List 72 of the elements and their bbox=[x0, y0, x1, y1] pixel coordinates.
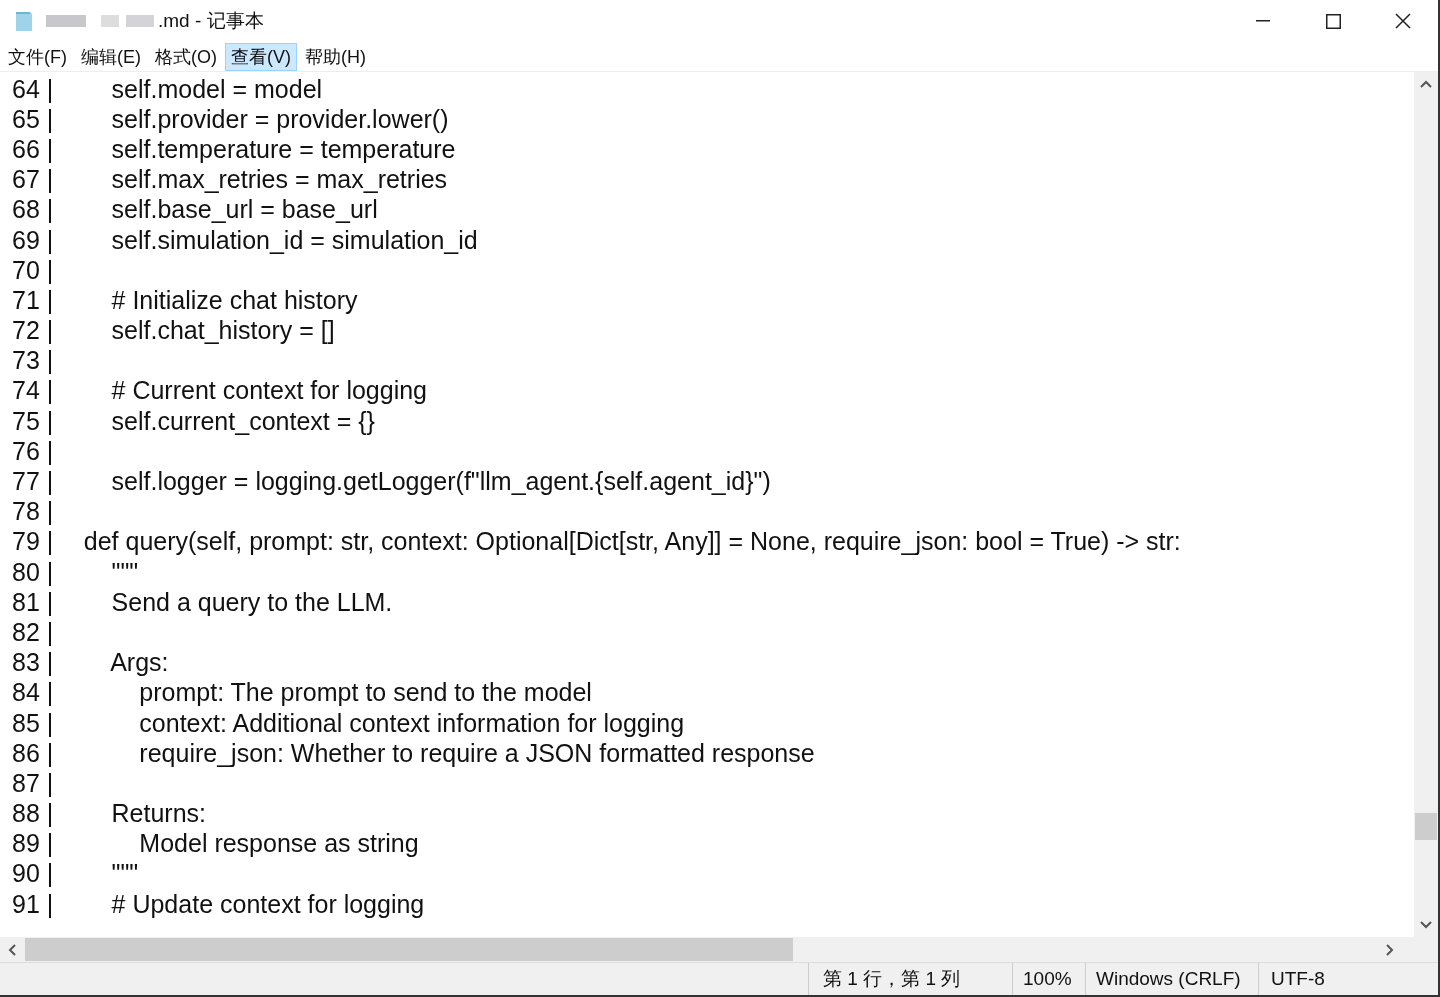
code-line: self.current_context = {} bbox=[110, 408, 375, 434]
code-line: context: Additional context information for logging bbox=[138, 710, 685, 736]
close-icon bbox=[1395, 13, 1411, 29]
line-number: 89 | bbox=[12, 831, 55, 857]
menu-item[interactable]: 编辑(E) bbox=[75, 42, 147, 71]
window-title: .md - 记事本 bbox=[158, 8, 264, 33]
line-number: 90 | bbox=[12, 861, 55, 887]
code-line: Args: bbox=[109, 650, 169, 676]
line-number: 75 | bbox=[12, 408, 55, 434]
code-line: # Initialize chat history bbox=[110, 287, 358, 313]
scroll-up-icon[interactable] bbox=[1420, 80, 1432, 88]
line-number: 71 | bbox=[12, 287, 55, 313]
code-line: self.temperature = temperature bbox=[110, 136, 456, 162]
line-number: 72 | bbox=[12, 318, 55, 344]
line-number: 70 | bbox=[12, 257, 55, 283]
scroll-left-icon[interactable] bbox=[8, 943, 16, 956]
code-line: self.max_retries = max_retries bbox=[110, 167, 448, 193]
code-line: self.base_url = base_url bbox=[110, 197, 378, 223]
line-number: 76 | bbox=[12, 438, 55, 464]
line-number: 68 | bbox=[12, 197, 55, 223]
line-number: 84 | bbox=[12, 680, 55, 706]
scrollbar-thumb[interactable] bbox=[1415, 813, 1437, 840]
horizontal-scrollbar[interactable] bbox=[0, 937, 1438, 962]
line-number: 78 | bbox=[12, 499, 55, 525]
scroll-down-icon[interactable] bbox=[1420, 921, 1432, 929]
line-number: 73 | bbox=[12, 348, 55, 374]
menu-item[interactable]: 帮助(H) bbox=[299, 42, 372, 71]
line-number: 82 | bbox=[12, 619, 55, 645]
scrollbar-thumb[interactable] bbox=[25, 938, 793, 961]
menu-item[interactable]: 格式(O) bbox=[149, 42, 223, 71]
line-number: 77 | bbox=[12, 469, 55, 495]
code-line: self.provider = provider.lower() bbox=[110, 106, 449, 132]
code-line: # Current context for logging bbox=[110, 378, 428, 404]
code-line: """ bbox=[110, 861, 139, 887]
code-line: require_json: Whether to require a JSON formatted response bbox=[138, 740, 815, 766]
line-number: 66 | bbox=[12, 136, 55, 162]
code-line: """ bbox=[110, 559, 139, 585]
zoom-level: 100% bbox=[1023, 966, 1072, 991]
cursor-position: 第 1 行，第 1 列 bbox=[823, 966, 961, 991]
menu-item[interactable]: 文件(F) bbox=[2, 42, 73, 71]
line-number: 79 | bbox=[12, 529, 55, 555]
line-number: 65 | bbox=[12, 106, 55, 132]
code-line: Returns: bbox=[110, 801, 207, 827]
line-number: 80 | bbox=[12, 559, 55, 585]
code-line: self.chat_history = [] bbox=[110, 318, 335, 344]
code-line: self.model = model bbox=[110, 76, 323, 102]
line-number: 85 | bbox=[12, 710, 55, 736]
encoding: UTF-8 bbox=[1271, 966, 1325, 991]
line-number: 74 | bbox=[12, 378, 55, 404]
line-number: 67 | bbox=[12, 167, 55, 193]
code-line: Send a query to the LLM. bbox=[110, 589, 393, 615]
line-number: 69 | bbox=[12, 227, 55, 253]
menu-item[interactable]: 查看(V) bbox=[225, 42, 297, 71]
line-ending: Windows (CRLF) bbox=[1096, 966, 1241, 991]
maximize-icon bbox=[1325, 13, 1341, 29]
line-number: 91 | bbox=[12, 891, 55, 917]
code-line: # Update context for logging bbox=[110, 891, 425, 917]
line-number: 87 | bbox=[12, 770, 55, 796]
vertical-scrollbar[interactable] bbox=[1414, 72, 1438, 937]
line-number: 64 | bbox=[12, 76, 55, 102]
line-number: 86 | bbox=[12, 740, 55, 766]
code-line: Model response as string bbox=[138, 831, 419, 857]
notepad-icon bbox=[14, 9, 34, 33]
minimize-icon bbox=[1256, 20, 1270, 22]
line-number: 88 | bbox=[12, 801, 55, 827]
code-line: prompt: The prompt to send to the model bbox=[138, 680, 592, 706]
scroll-right-icon[interactable] bbox=[1386, 943, 1394, 956]
line-number: 83 | bbox=[12, 650, 55, 676]
code-line: def query(self, prompt: str, context: Optional[Dict[str, Any]] = None, require_json: bool = True) -> str: bbox=[82, 529, 1181, 555]
line-number: 81 | bbox=[12, 589, 55, 615]
code-line: self.simulation_id = simulation_id bbox=[110, 227, 478, 253]
code-line: self.logger = logging.getLogger(f"llm_agent.{self.agent_id}") bbox=[110, 469, 771, 495]
